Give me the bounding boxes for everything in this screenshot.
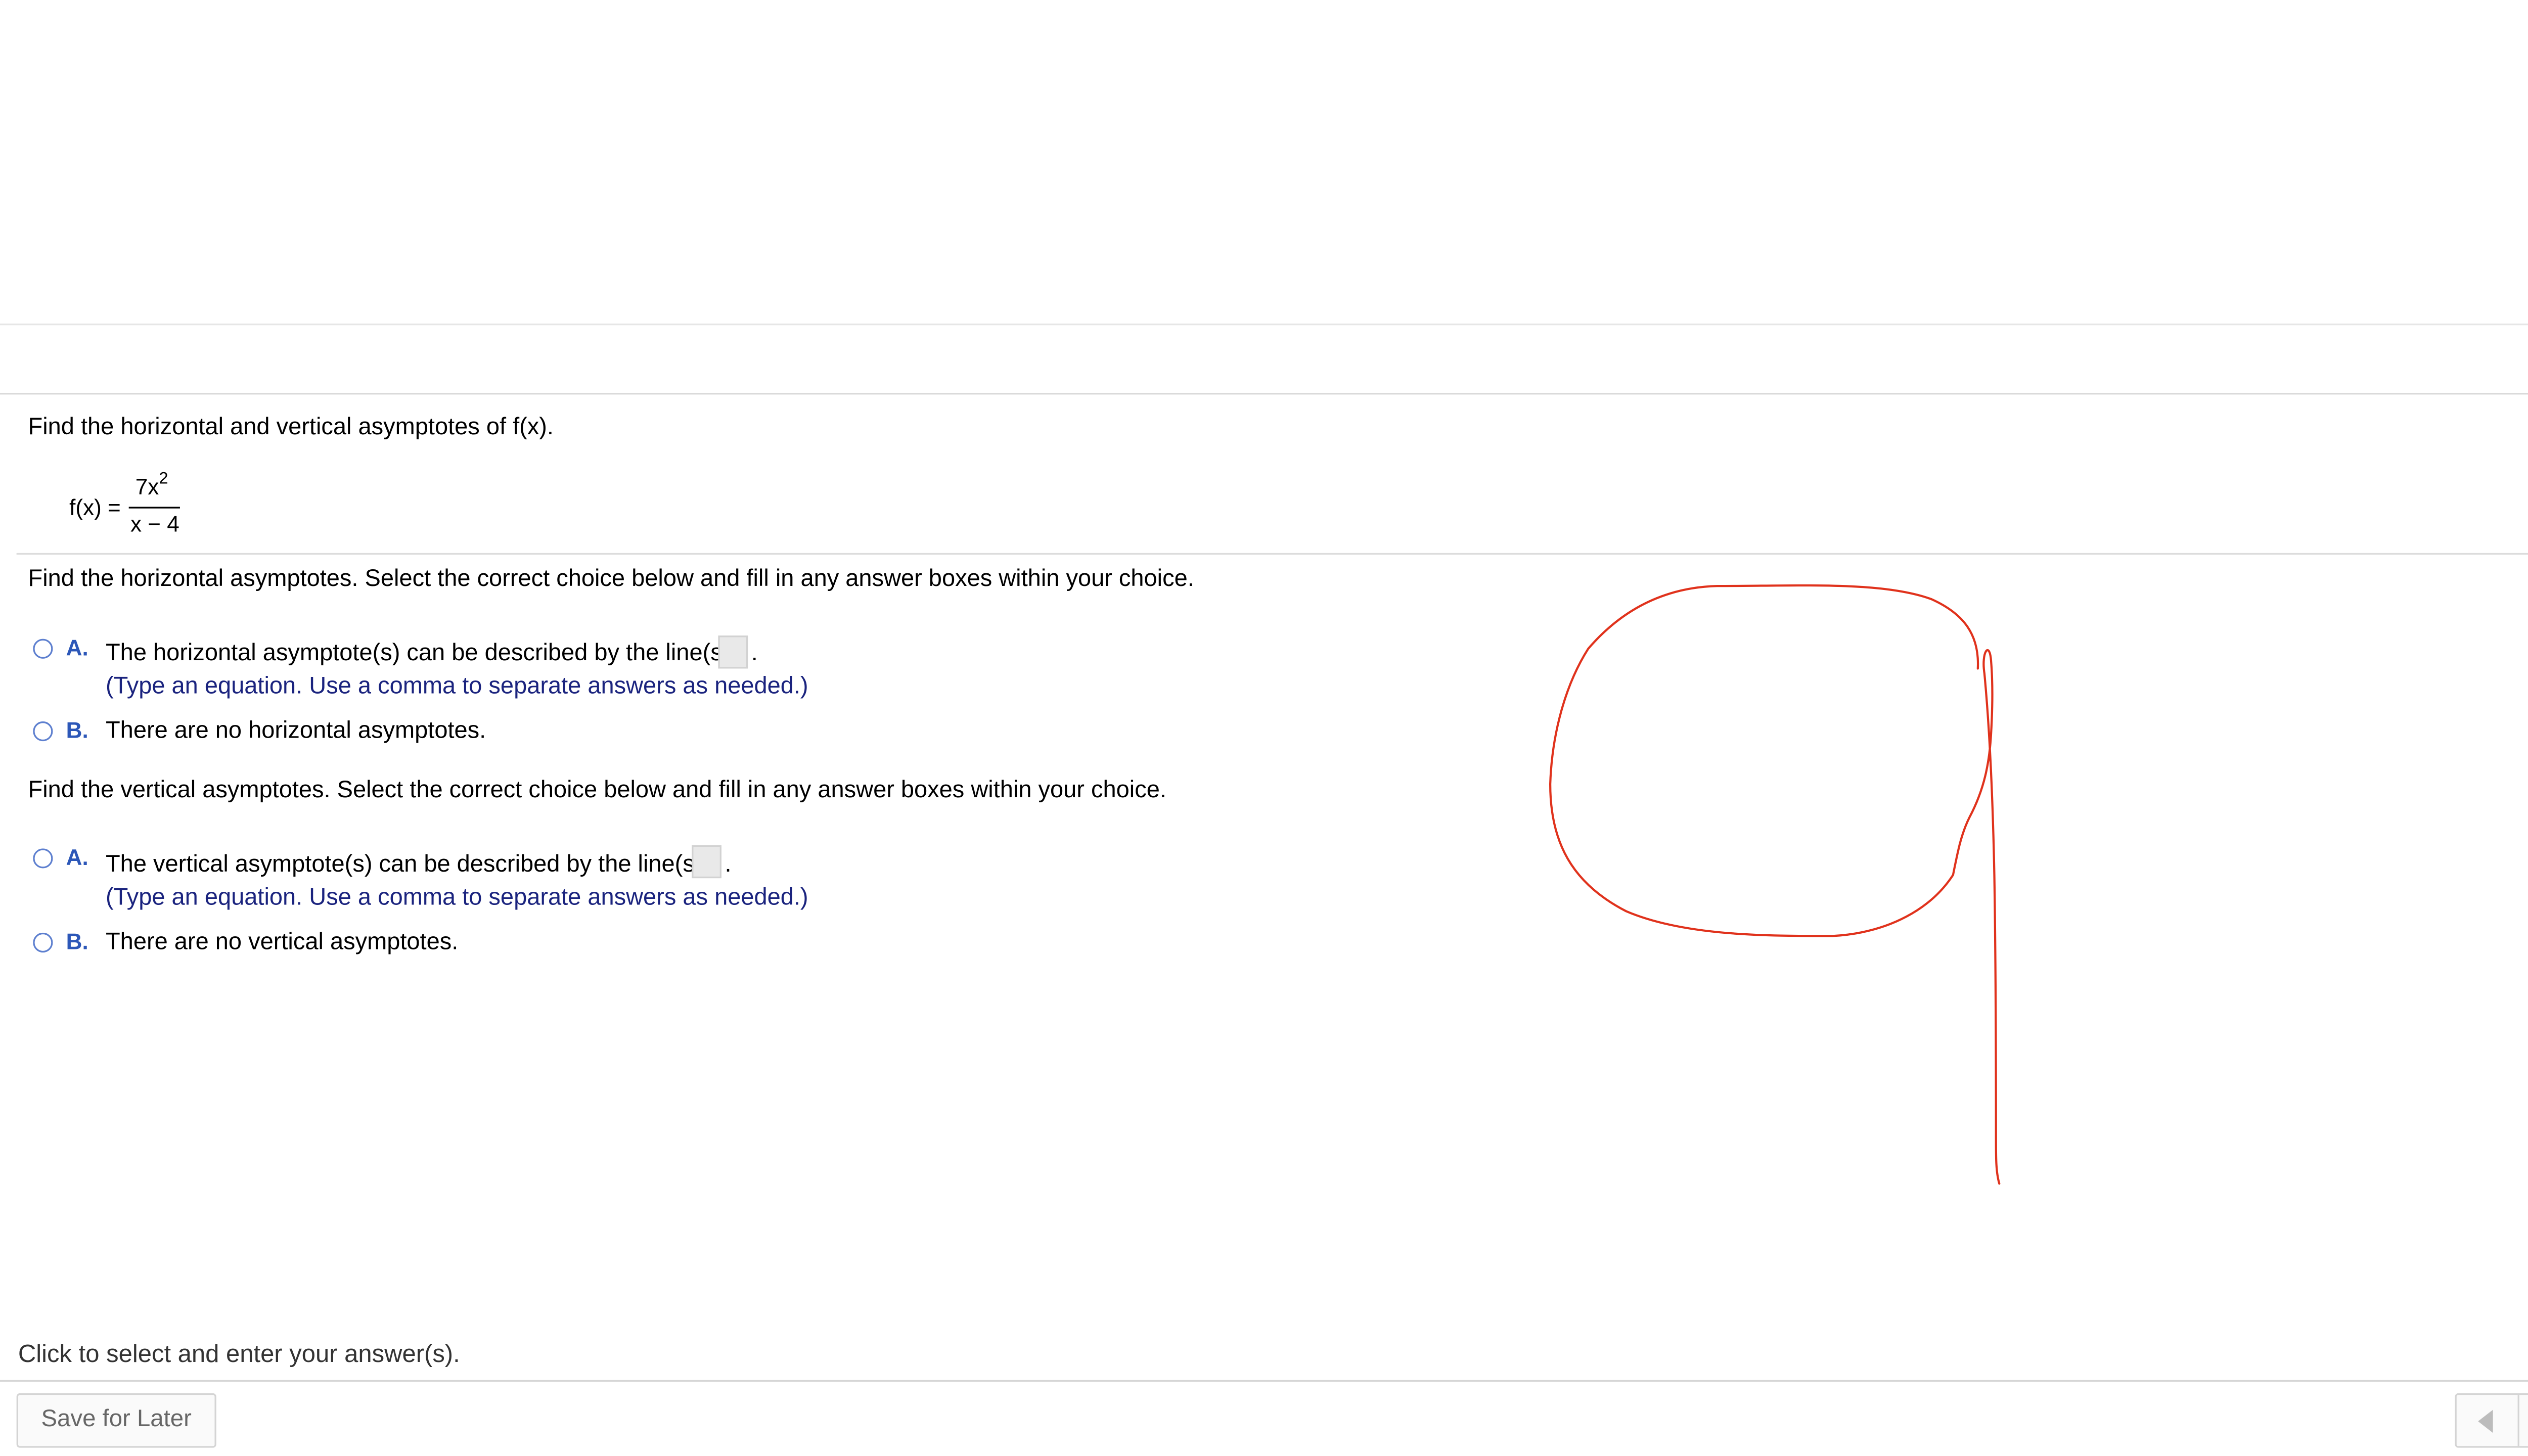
vertical-instruction: Find the vertical asymptotes. Select the… bbox=[28, 777, 1166, 804]
choice-letter-horizontal-a: A. bbox=[66, 635, 88, 661]
answer-period-vertical: . bbox=[725, 851, 732, 879]
choice-text-horizontal-b: There are no horizontal asymptotes. bbox=[105, 718, 486, 745]
page: Find the horizontal and vertical asympto… bbox=[0, 0, 2528, 1454]
previous-button[interactable] bbox=[2457, 1395, 2516, 1446]
numerator-base: 7x bbox=[135, 474, 159, 499]
horizontal-instruction: Find the horizontal asymptotes. Select t… bbox=[28, 566, 1194, 593]
status-text: Click to select and enter your answer(s)… bbox=[18, 1340, 460, 1369]
hint-horizontal: (Type an equation. Use a comma to separa… bbox=[105, 673, 808, 700]
radio-horizontal-a[interactable] bbox=[33, 639, 53, 659]
choice-letter-vertical-a: A. bbox=[66, 845, 88, 870]
choice-letter-vertical-b: B. bbox=[66, 929, 88, 954]
footer-divider bbox=[0, 1380, 2528, 1382]
choice-text-vertical-a: The vertical asymptote(s) can be describ… bbox=[105, 851, 703, 879]
choice-text-horizontal-a: The horizontal asymptote(s) can be descr… bbox=[105, 640, 731, 667]
hint-vertical: (Type an equation. Use a comma to separa… bbox=[105, 885, 808, 912]
choice-text-vertical-b: There are no vertical asymptotes. bbox=[105, 929, 459, 956]
fraction-denominator: x − 4 bbox=[130, 512, 179, 537]
next-button[interactable] bbox=[2519, 1395, 2528, 1446]
fraction-numerator: 7x2 bbox=[136, 469, 168, 501]
triangle-left-icon bbox=[2478, 1409, 2493, 1433]
answer-period-horizontal: . bbox=[751, 640, 758, 667]
question-prompt: Find the horizontal and vertical asympto… bbox=[28, 414, 554, 441]
save-for-later-button[interactable]: Save for Later bbox=[16, 1393, 216, 1448]
radio-vertical-a[interactable] bbox=[33, 848, 53, 869]
fraction-bar bbox=[128, 507, 180, 509]
section-divider bbox=[16, 553, 2528, 555]
toolbar-bottom-divider bbox=[0, 393, 2528, 395]
function-label: f(x) = bbox=[69, 495, 121, 520]
answer-box-vertical[interactable] bbox=[692, 845, 721, 879]
radio-horizontal-b[interactable] bbox=[33, 721, 53, 742]
numerator-exponent: 2 bbox=[159, 470, 168, 489]
choice-letter-horizontal-b: B. bbox=[66, 718, 88, 743]
radio-vertical-b[interactable] bbox=[33, 932, 53, 953]
toolbar-top-divider bbox=[0, 323, 2528, 326]
answer-box-horizontal[interactable] bbox=[718, 635, 748, 669]
question-navigation bbox=[2455, 1393, 2528, 1448]
annotation-stroke bbox=[1549, 584, 2001, 1185]
